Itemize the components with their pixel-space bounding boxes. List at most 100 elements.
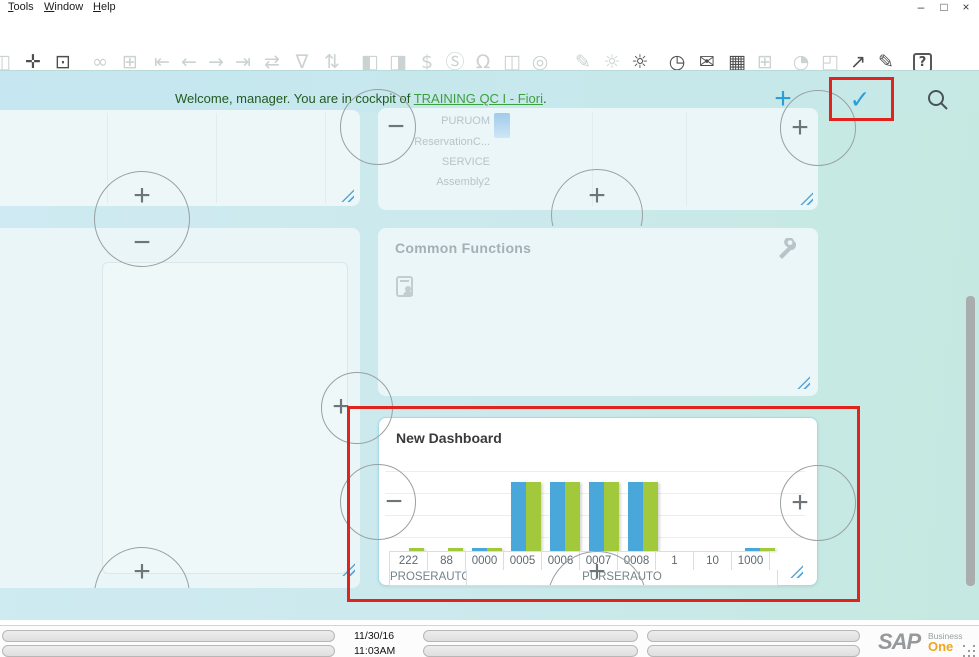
widget-gallery-icon: ◰: [817, 49, 843, 71]
maximize-icon[interactable]: □: [935, 0, 953, 14]
alerts-icon[interactable]: ✉: [694, 49, 720, 71]
window-resize-grip[interactable]: [963, 645, 965, 647]
zoom-in-icon[interactable]: +: [582, 181, 612, 211]
zoom-in-icon[interactable]: +: [785, 488, 815, 518]
report-designer-icon[interactable]: ✎: [873, 49, 899, 71]
export-pdf-icon: ◫: [0, 49, 15, 71]
welcome-period: .: [543, 91, 547, 106]
previous-record-icon: ←: [176, 49, 202, 71]
approval-status-icon[interactable]: ◷: [664, 49, 690, 71]
logo-sap-text: SAP: [878, 629, 920, 655]
item-label: Assembly2: [375, 176, 490, 188]
divider: [325, 113, 326, 203]
payment-document-icon: $: [414, 49, 440, 71]
logo-one-text: One: [928, 639, 953, 654]
relationship-map-icon: ⊞: [752, 49, 778, 71]
next-window-icon: ◨: [385, 49, 411, 71]
add-record-icon: ⊞: [117, 49, 143, 71]
edit-icon: ✎: [570, 49, 596, 71]
bar-blue-0006: [550, 482, 565, 551]
close-icon[interactable]: ×: [957, 0, 975, 14]
zoom-in-icon[interactable]: +: [582, 557, 612, 585]
bar-blue-0007: [589, 482, 604, 551]
volume-weight-icon: ◫: [499, 49, 525, 71]
chart-category-label: 0005: [503, 551, 542, 571]
bar-blue-0008: [628, 482, 643, 551]
chart-category-label: 1: [655, 551, 694, 571]
status-time: 11:03AM: [354, 645, 414, 657]
status-field: [423, 645, 638, 657]
zoom-in-icon[interactable]: +: [785, 113, 815, 143]
resize-handle[interactable]: [786, 563, 803, 578]
payment-means-icon: Ⓢ: [442, 49, 468, 71]
chart-category-label: 1000: [731, 551, 770, 571]
bar-chart: [379, 456, 817, 551]
last-record-icon: ⇥: [230, 49, 256, 71]
resize-handle[interactable]: [796, 190, 813, 205]
widget-panel-common-functions: Common Functions: [378, 228, 818, 396]
zoom-circle-clip: +: [540, 551, 655, 585]
bar-blue-0005: [511, 482, 526, 551]
sap-business-one-logo: SAP Business One: [878, 628, 973, 656]
widget-panel-left-bottom: [0, 228, 360, 588]
refresh-icon: ⇄: [259, 49, 285, 71]
zoom-out-icon[interactable]: −: [381, 112, 411, 142]
toolbar: ◫✛⊡∞⊞⇤←→⇥⇄∇⇅◧◨$ⓈΩ◫◎✎☼☼◷✉▦⊞◔◰↗✎?: [0, 16, 979, 71]
employee-report-icon[interactable]: [396, 276, 416, 298]
form-settings-icon: ☼: [599, 49, 625, 71]
chart-group-label: PROSERAUTO: [389, 570, 467, 586]
base-document-icon: ◎: [527, 49, 553, 71]
wrench-icon[interactable]: [774, 238, 796, 260]
bar-green-0005: [526, 482, 541, 551]
menu-item-help[interactable]: Help: [93, 1, 116, 13]
sort-icon: ⇅: [319, 49, 345, 71]
filter-icon: ∇: [289, 49, 315, 71]
search-icon[interactable]: [926, 88, 950, 112]
status-date: 11/30/16: [354, 630, 414, 642]
list-scroll-chip: [494, 113, 510, 138]
zoom-circle-clip: +: [90, 547, 194, 588]
menu-bar: Tools Window Help – □ ×: [0, 0, 979, 16]
chart-category-label: 222: [389, 551, 428, 571]
status-field: [647, 630, 860, 642]
zoom-out-icon[interactable]: −: [379, 487, 409, 517]
menu-item-window[interactable]: Window: [44, 1, 83, 13]
bar-green-0006: [565, 482, 580, 551]
prev-window-icon: ◧: [357, 49, 383, 71]
pervasive-analytics-icon[interactable]: ↗: [845, 49, 871, 71]
divider: [686, 112, 687, 206]
cockpit-link[interactable]: TRAINING QC I - Fiori: [414, 91, 543, 106]
help-icon[interactable]: ?: [913, 53, 932, 71]
resize-handle[interactable]: [793, 374, 810, 389]
move-icon[interactable]: ✛: [20, 49, 46, 71]
status-field: [2, 630, 335, 642]
zoom-out-icon[interactable]: −: [127, 228, 157, 258]
status-bar: 11/30/16 11:03AM: [0, 625, 979, 657]
status-field: [423, 630, 638, 642]
menu-item-tools[interactable]: Tools: [8, 1, 34, 13]
dashboard-manager-icon: ◔: [788, 49, 814, 71]
divider: [216, 113, 217, 203]
zoom-in-icon[interactable]: +: [326, 392, 356, 422]
settings-icon[interactable]: ☼: [627, 49, 653, 71]
find-icon: ∞: [87, 49, 113, 71]
panel-title: Common Functions: [395, 240, 531, 256]
bar-green-0008: [643, 482, 658, 551]
zoom-in-icon[interactable]: +: [127, 557, 157, 587]
chart-gridline: [385, 471, 805, 472]
chart-category-label: 0000: [465, 551, 504, 571]
chart-category-label: 10: [693, 551, 732, 571]
bar-green-0007: [604, 482, 619, 551]
status-field: [647, 645, 860, 657]
vertical-scrollbar-thumb[interactable]: [966, 296, 975, 586]
zoom-circle-clip: +: [545, 169, 649, 226]
calendar-icon[interactable]: ▦: [724, 49, 750, 71]
status-field: [2, 645, 335, 657]
gross-profit-icon: Ω: [470, 49, 496, 71]
minimize-icon[interactable]: –: [912, 0, 930, 14]
first-record-icon: ⇤: [149, 49, 175, 71]
widget-content-area: [102, 262, 348, 574]
zoom-in-icon[interactable]: +: [127, 181, 157, 211]
lock-screen-icon[interactable]: ⊡: [50, 49, 76, 71]
resize-handle[interactable]: [337, 187, 354, 202]
